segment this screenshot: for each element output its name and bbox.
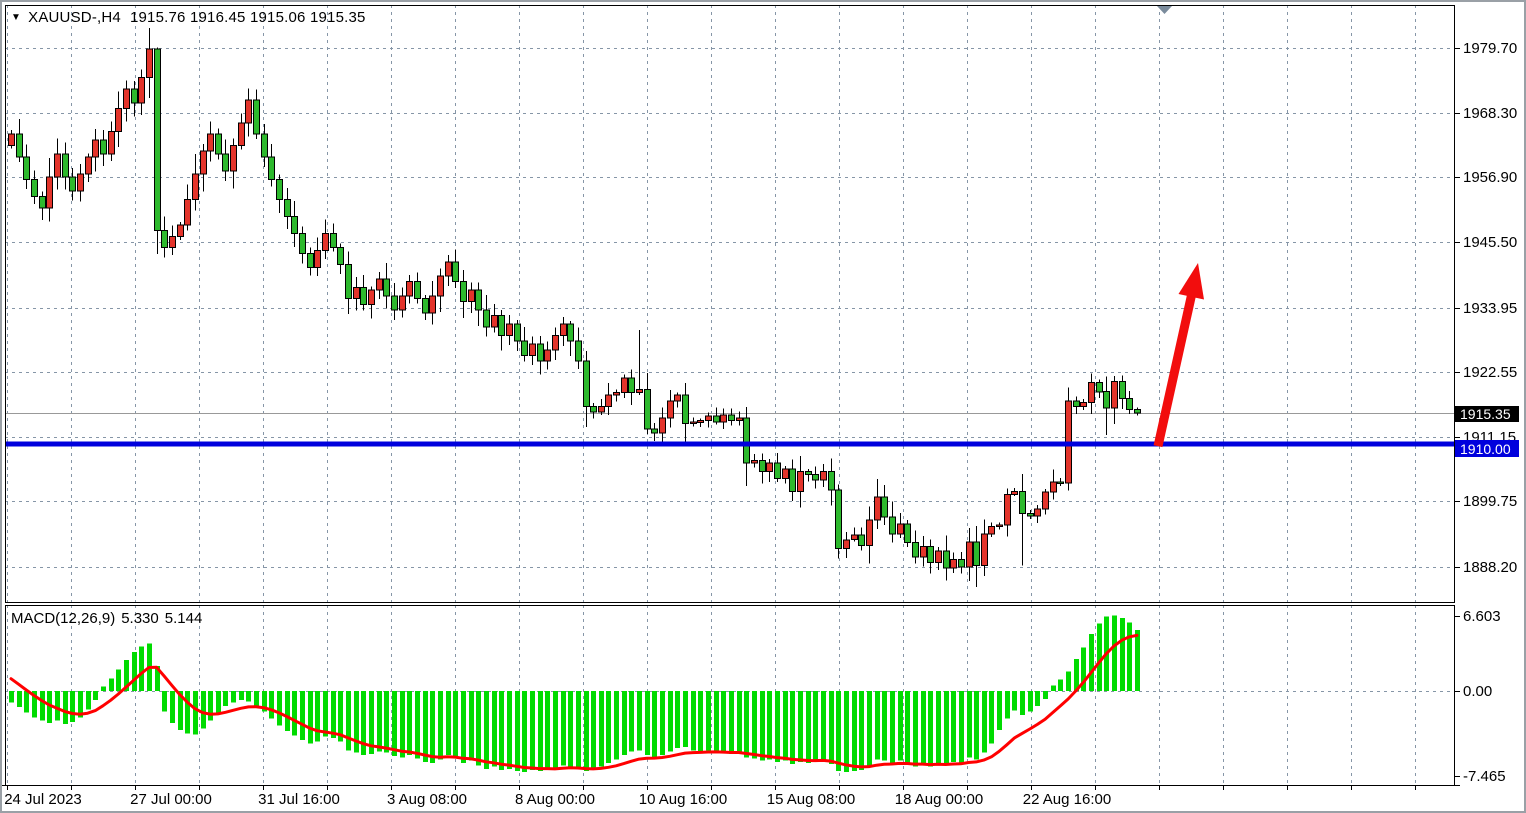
- ohlc-close: 1915.35: [310, 9, 366, 26]
- time-tick-label: 10 Aug 16:00: [639, 791, 727, 808]
- macd-indicator-label: MACD(12,26,9) 5.330 5.144: [11, 610, 202, 627]
- macd-main-value: 5.330: [121, 610, 159, 627]
- macd-tick-label: -7.465: [1463, 768, 1506, 785]
- time-tick-label: 8 Aug 00:00: [515, 791, 595, 808]
- ohlc-low: 1915.06: [250, 9, 306, 26]
- symbol-header: ▼ XAUUSD-,H4 1915.76 1916.45 1915.06 1915.…: [11, 9, 366, 26]
- macd-signal-value: 5.144: [165, 610, 203, 627]
- chart-window: 1979.70 1968.30 1956.90 1945.50 1933.95 1922.…: [0, 0, 1526, 813]
- ohlc-open: 1915.76: [130, 9, 186, 26]
- macd-tick-label: 6.603: [1463, 608, 1501, 625]
- current-price-tag: 1915.35: [1455, 406, 1519, 422]
- macd-name: MACD(12,26,9): [11, 610, 115, 627]
- support-line-price-tag: 1910.00: [1455, 440, 1519, 457]
- chart-canvas[interactable]: 1979.70 1968.30 1956.90 1945.50 1933.95 1922.…: [2, 2, 1526, 813]
- time-tick-label: 22 Aug 16:00: [1023, 791, 1111, 808]
- price-tick-label: 1979.70: [1463, 40, 1517, 57]
- price-tick-label: 1922.55: [1463, 364, 1517, 381]
- price-tick-label: 1899.75: [1463, 493, 1517, 510]
- time-tick-label: 15 Aug 08:00: [767, 791, 855, 808]
- price-tick-label: 1968.30: [1463, 105, 1517, 122]
- price-tick-label: 1945.50: [1463, 234, 1517, 251]
- time-tick-label: 24 Jul 2023: [4, 791, 82, 808]
- price-axis: 1979.70 1968.30 1956.90 1945.50 1933.95 1922.…: [1454, 40, 1517, 576]
- time-tick-label: 27 Jul 00:00: [130, 791, 212, 808]
- price-tick-label: 1933.95: [1463, 300, 1517, 317]
- macd-tick-label: 0.00: [1463, 683, 1492, 700]
- time-tick-label: 18 Aug 00:00: [895, 791, 983, 808]
- price-tick-label: 1956.90: [1463, 169, 1517, 186]
- symbol-period-label: XAUUSD-,H4: [28, 9, 121, 26]
- ohlc-high: 1916.45: [190, 9, 246, 26]
- symbol-dropdown-icon[interactable]: ▼: [11, 12, 21, 23]
- time-tick-label: 3 Aug 08:00: [387, 791, 467, 808]
- price-tick-label: 1888.20: [1463, 559, 1517, 576]
- time-tick-label: 31 Jul 16:00: [258, 791, 340, 808]
